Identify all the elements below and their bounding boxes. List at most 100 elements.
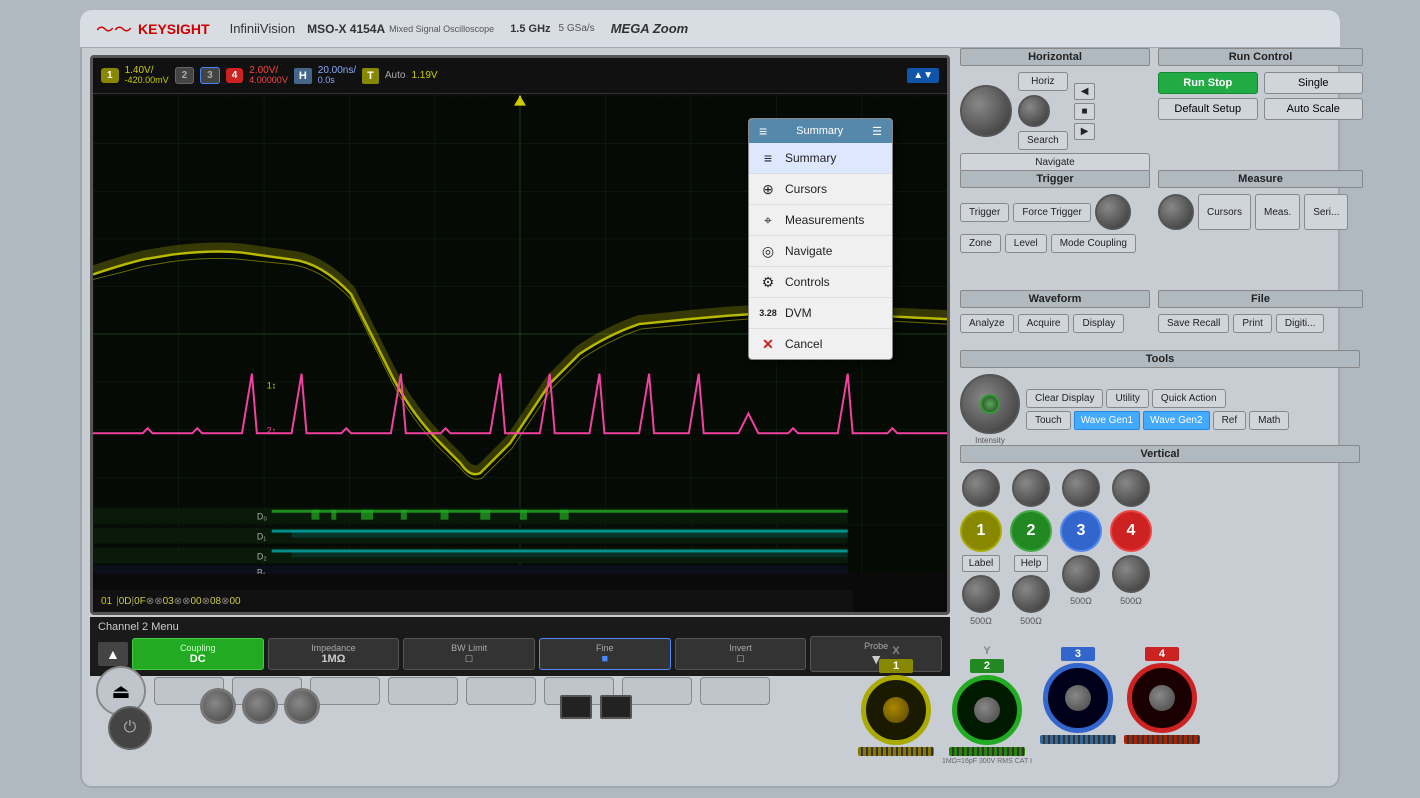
usb-port-1[interactable] bbox=[560, 695, 592, 719]
run-stop-button[interactable]: Run Stop bbox=[1158, 72, 1258, 94]
hw-btn-7[interactable] bbox=[622, 677, 692, 705]
ch1-label-button[interactable]: Label bbox=[962, 555, 1000, 572]
usb-port-2[interactable] bbox=[600, 695, 632, 719]
ch3-position-knob[interactable] bbox=[1062, 469, 1100, 507]
touch-button[interactable]: Touch bbox=[1026, 411, 1071, 430]
display-button[interactable]: Display bbox=[1073, 314, 1124, 333]
hw-btn-5[interactable] bbox=[466, 677, 536, 705]
channel-info-bar: 1 1.40V/ -420.00mV 2 3 4 2.00V/ 4.00000V… bbox=[93, 58, 947, 94]
quick-action-button[interactable]: Quick Action bbox=[1152, 389, 1226, 408]
ch1-bnc-connector[interactable] bbox=[861, 675, 931, 745]
ch4-scale-knob[interactable] bbox=[1112, 555, 1150, 593]
meas-max-button[interactable]: Meas. bbox=[1255, 194, 1300, 230]
level-button[interactable]: Level bbox=[1005, 234, 1047, 253]
channel-menu-title: Channel 2 Menu bbox=[98, 621, 942, 633]
menu-label-summary: Summary bbox=[785, 151, 836, 165]
ch3-bnc-center bbox=[1065, 685, 1091, 711]
seri-button[interactable]: Seri... bbox=[1304, 194, 1348, 230]
save-recall-button[interactable]: Save Recall bbox=[1158, 314, 1229, 333]
ch4-bnc-connector[interactable] bbox=[1127, 663, 1197, 733]
menu-item-navigate[interactable]: ◎ Navigate bbox=[749, 236, 892, 267]
model-subtitle: Mixed Signal Oscilloscope bbox=[389, 24, 494, 34]
bw-limit-label: BW Limit bbox=[412, 643, 526, 653]
intensity-knob[interactable] bbox=[960, 374, 1020, 434]
waveform-panel: Waveform Analyze Acquire Display bbox=[960, 290, 1150, 333]
wave-gen2-button[interactable]: Wave Gen2 bbox=[1143, 411, 1209, 430]
menu-item-cursors[interactable]: ⊕ Cursors bbox=[749, 174, 892, 205]
menu-item-cancel[interactable]: ✕ Cancel bbox=[749, 329, 892, 359]
hw-btn-4[interactable] bbox=[388, 677, 458, 705]
trigger-level-knob[interactable] bbox=[1095, 194, 1131, 230]
trigger-button[interactable]: Trigger bbox=[960, 203, 1009, 222]
svg-text:2↕: 2↕ bbox=[267, 425, 276, 435]
utility-button[interactable]: Utility bbox=[1106, 389, 1148, 408]
mode-coupling-button[interactable]: Mode Coupling bbox=[1051, 234, 1136, 253]
ch3-vertical-button[interactable]: 3 bbox=[1060, 510, 1102, 552]
menu-item-summary[interactable]: ≡ Summary bbox=[749, 143, 892, 174]
hw-btn-8[interactable] bbox=[700, 677, 770, 705]
hw-btn-3[interactable] bbox=[310, 677, 380, 705]
impedance-label: Impedance bbox=[277, 643, 391, 653]
serial-sep-5: ⊗ bbox=[202, 596, 210, 607]
ch2-vertical-button[interactable]: 2 bbox=[1010, 510, 1052, 552]
ch3-bnc-connector[interactable] bbox=[1043, 663, 1113, 733]
ch2-label: 2 bbox=[182, 70, 188, 81]
serial-byte-4: 03 bbox=[163, 596, 174, 607]
bnc-3[interactable] bbox=[284, 688, 320, 724]
digiti-button[interactable]: Digiti... bbox=[1276, 314, 1325, 333]
ch4-position-knob[interactable] bbox=[1112, 469, 1150, 507]
dvm-icon: 3.28 bbox=[759, 304, 777, 322]
ch4-vertical-button[interactable]: 4 bbox=[1110, 510, 1152, 552]
channel1-indicator[interactable]: 1 bbox=[101, 68, 119, 83]
horizontal-indicator[interactable]: H bbox=[294, 68, 312, 84]
brand-logo: 〜〜 KEYSIGHT bbox=[96, 16, 210, 42]
nav-stop-button[interactable]: ■ bbox=[1074, 103, 1096, 120]
bnc-1[interactable] bbox=[200, 688, 236, 724]
freq-spec: 1.5 GHz bbox=[510, 23, 550, 35]
ch2-help-button[interactable]: Help bbox=[1014, 555, 1049, 572]
search-button[interactable]: Search bbox=[1018, 131, 1068, 150]
channel-connectors-row: X 1 Y 2 1MΩ=16pF 300V RMS CAT I 3 4 bbox=[858, 645, 1200, 765]
trigger-indicator[interactable]: T bbox=[362, 68, 379, 84]
ch1-vertical-button[interactable]: 1 bbox=[960, 510, 1002, 552]
horiz-button[interactable]: Horiz bbox=[1018, 72, 1068, 91]
math-button[interactable]: Math bbox=[1249, 411, 1289, 430]
menu-item-controls[interactable]: ⚙ Controls bbox=[749, 267, 892, 298]
menu-item-dvm[interactable]: 3.28 DVM bbox=[749, 298, 892, 329]
nav-left-button[interactable]: ◀ bbox=[1074, 83, 1096, 100]
bnc-2[interactable] bbox=[242, 688, 278, 724]
ch2-connector-block: Y 2 1MΩ=16pF 300V RMS CAT I bbox=[942, 645, 1032, 765]
nav-right-button[interactable]: ▶ bbox=[1074, 123, 1096, 140]
channel2-indicator[interactable]: 2 bbox=[175, 67, 195, 84]
h-label: H bbox=[299, 70, 307, 82]
ch2-position-knob[interactable] bbox=[1012, 469, 1050, 507]
channel3-indicator[interactable]: 3 bbox=[200, 67, 220, 84]
ch1-position-knob[interactable] bbox=[962, 469, 1000, 507]
menu-item-measurements[interactable]: ⌖ Measurements bbox=[749, 205, 892, 236]
horizontal-position-knob[interactable] bbox=[960, 85, 1012, 137]
ch2-bnc-connector[interactable] bbox=[952, 675, 1022, 745]
ch1-values: 1.40V/ -420.00mV bbox=[125, 65, 169, 86]
power-button[interactable]: ⏻ bbox=[108, 706, 152, 750]
ch2-scale-knob[interactable] bbox=[1012, 575, 1050, 613]
zoom-knob[interactable] bbox=[1018, 95, 1050, 127]
auto-scale-button[interactable]: Auto Scale bbox=[1264, 98, 1364, 120]
cursors-measure-button[interactable]: Cursors bbox=[1198, 194, 1251, 230]
measure-knob[interactable] bbox=[1158, 194, 1194, 230]
ref-button[interactable]: Ref bbox=[1213, 411, 1247, 430]
acquire-button[interactable]: Acquire bbox=[1018, 314, 1070, 333]
clear-display-button[interactable]: Clear Display bbox=[1026, 389, 1103, 408]
ch1-scale-knob[interactable] bbox=[962, 575, 1000, 613]
print-button[interactable]: Print bbox=[1233, 314, 1272, 333]
zone-button[interactable]: Zone bbox=[960, 234, 1001, 253]
channel4-indicator[interactable]: 4 bbox=[226, 68, 244, 83]
ch3-connector-label: 3 bbox=[1061, 647, 1095, 661]
single-button[interactable]: Single bbox=[1264, 72, 1364, 94]
ch1-x-label: X bbox=[892, 645, 899, 657]
force-trigger-button[interactable]: Force Trigger bbox=[1013, 203, 1090, 222]
default-setup-button[interactable]: Default Setup bbox=[1158, 98, 1258, 120]
analyze-button[interactable]: Analyze bbox=[960, 314, 1014, 333]
header-bar: 〜〜 KEYSIGHT InfiniiVision MSO-X 4154A Mi… bbox=[80, 10, 1340, 48]
ch3-scale-knob[interactable] bbox=[1062, 555, 1100, 593]
wave-gen1-button[interactable]: Wave Gen1 bbox=[1074, 411, 1140, 430]
